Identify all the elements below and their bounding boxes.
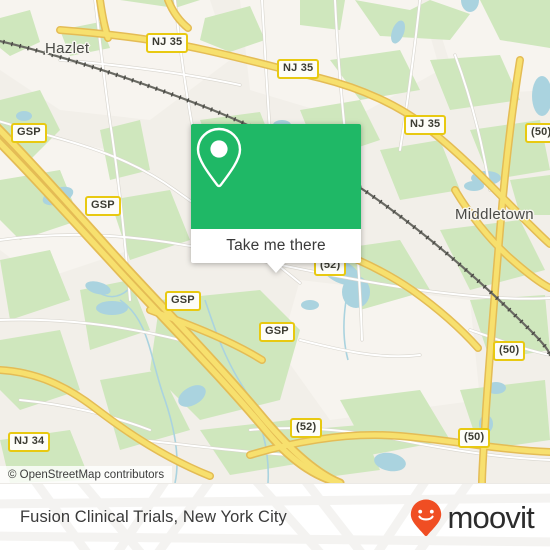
route-shield-gsp-d[interactable]: GSP [259, 322, 295, 342]
map-canvas[interactable]: Hazlet Middletown NJ 35 NJ 35 NJ 35 GSP … [0, 0, 550, 483]
route-shield-nj35-b[interactable]: NJ 35 [277, 59, 320, 79]
route-shield-gsp-a[interactable]: GSP [11, 123, 47, 143]
callout-action-panel[interactable]: Take me there [191, 229, 361, 263]
screenshot-root: Hazlet Middletown NJ 35 NJ 35 NJ 35 GSP … [0, 0, 550, 550]
place-label-middletown: Middletown [455, 206, 534, 223]
page-title: Fusion Clinical Trials, New York City [20, 508, 287, 526]
route-shield-gsp-c[interactable]: GSP [165, 291, 201, 311]
callout-icon-panel [191, 124, 361, 229]
route-shield-nj34[interactable]: NJ 34 [8, 432, 51, 452]
route-shield-50-c[interactable]: (50) [458, 428, 491, 448]
footer-bar: Fusion Clinical Trials, New York City mo… [0, 483, 550, 550]
place-callout-card[interactable]: Take me there [191, 124, 361, 273]
osm-attribution-text: © OpenStreetMap contributors [8, 468, 165, 481]
route-shield-nj35-c[interactable]: NJ 35 [404, 115, 447, 135]
moovit-pin-smile-icon [411, 499, 442, 536]
take-me-there-label: Take me there [226, 237, 326, 254]
place-label-hazlet: Hazlet [45, 40, 90, 57]
callout-tail [267, 263, 285, 273]
moovit-wordmark: moovit [447, 500, 534, 535]
osm-attribution[interactable]: © OpenStreetMap contributors [0, 466, 173, 483]
route-shield-50-b[interactable]: (50) [493, 341, 526, 361]
route-shield-50-a[interactable]: (50) [525, 123, 550, 143]
route-shield-nj35-a[interactable]: NJ 35 [146, 33, 189, 53]
map-pin-icon [196, 127, 242, 188]
route-shield-52-a[interactable]: (52) [290, 418, 323, 438]
route-shield-gsp-b[interactable]: GSP [85, 196, 121, 216]
moovit-brand[interactable]: moovit [409, 484, 535, 550]
